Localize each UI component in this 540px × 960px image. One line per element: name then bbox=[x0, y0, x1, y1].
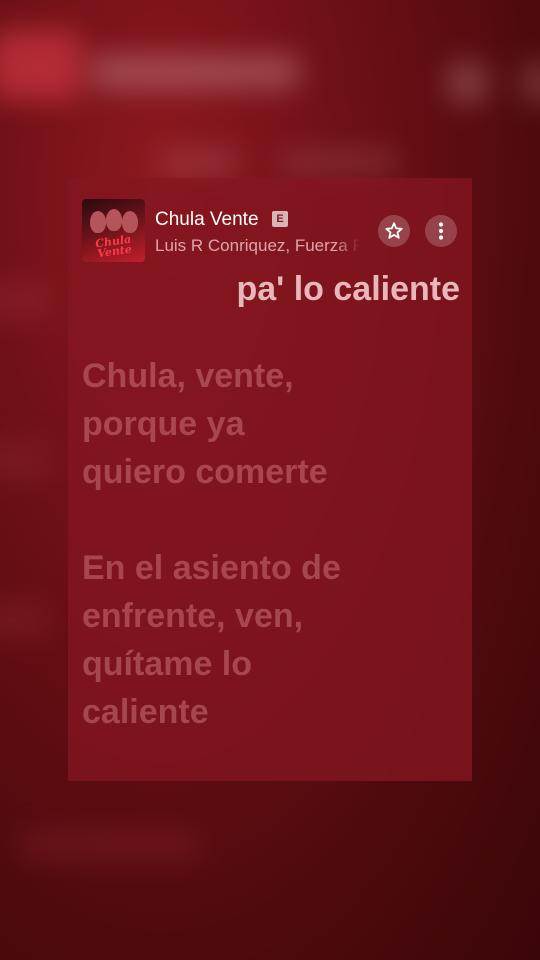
favorite-button[interactable] bbox=[378, 215, 410, 247]
background-item bbox=[0, 600, 50, 640]
album-art-figure bbox=[90, 211, 106, 233]
lyrics-panel: pa' lo caliente Chula, vente, porque ya … bbox=[82, 270, 462, 736]
track-header: Chula Vente Chula Vente E Luis R Conriqu… bbox=[68, 178, 472, 272]
more-options-button[interactable] bbox=[425, 215, 457, 247]
lyric-line: En el asiento de bbox=[82, 549, 341, 587]
background-logo bbox=[0, 30, 80, 100]
active-lyric-line: pa' lo caliente bbox=[236, 270, 461, 308]
explicit-badge: E bbox=[272, 211, 288, 227]
background-item bbox=[0, 440, 50, 480]
background-button bbox=[445, 60, 490, 105]
lyric-line: porque ya bbox=[82, 405, 245, 443]
lyric-line: Chula, vente, bbox=[82, 357, 294, 395]
more-vertical-icon bbox=[438, 222, 444, 240]
album-art-logo: Chula Vente bbox=[94, 232, 133, 261]
star-icon bbox=[385, 222, 403, 239]
lyric-stanza: Chula, vente, porque ya quiero comerte bbox=[82, 352, 382, 496]
lyric-line: enfrente, ven, bbox=[82, 597, 304, 635]
lyrics-share-card: Chula Vente Chula Vente E Luis R Conriqu… bbox=[68, 178, 472, 781]
background-title bbox=[90, 55, 300, 89]
background-tab bbox=[160, 150, 240, 174]
background-item bbox=[20, 830, 200, 860]
album-art-figure bbox=[106, 209, 122, 231]
song-title: Chula Vente bbox=[155, 209, 259, 230]
background-tab bbox=[280, 150, 400, 174]
lyric-stanza: En el asiento de enfrente, ven, quítame … bbox=[82, 544, 382, 736]
background-item bbox=[0, 280, 50, 320]
lyric-line: quiero comerte bbox=[82, 453, 328, 491]
artist-name[interactable]: Luis R Conriquez, Fuerza Regida bbox=[155, 236, 360, 256]
album-art-figure bbox=[122, 211, 138, 233]
background-button bbox=[520, 60, 540, 105]
lyric-line: quítame lo bbox=[82, 645, 253, 683]
album-art[interactable]: Chula Vente bbox=[82, 199, 145, 262]
lyric-line: caliente bbox=[82, 693, 209, 731]
